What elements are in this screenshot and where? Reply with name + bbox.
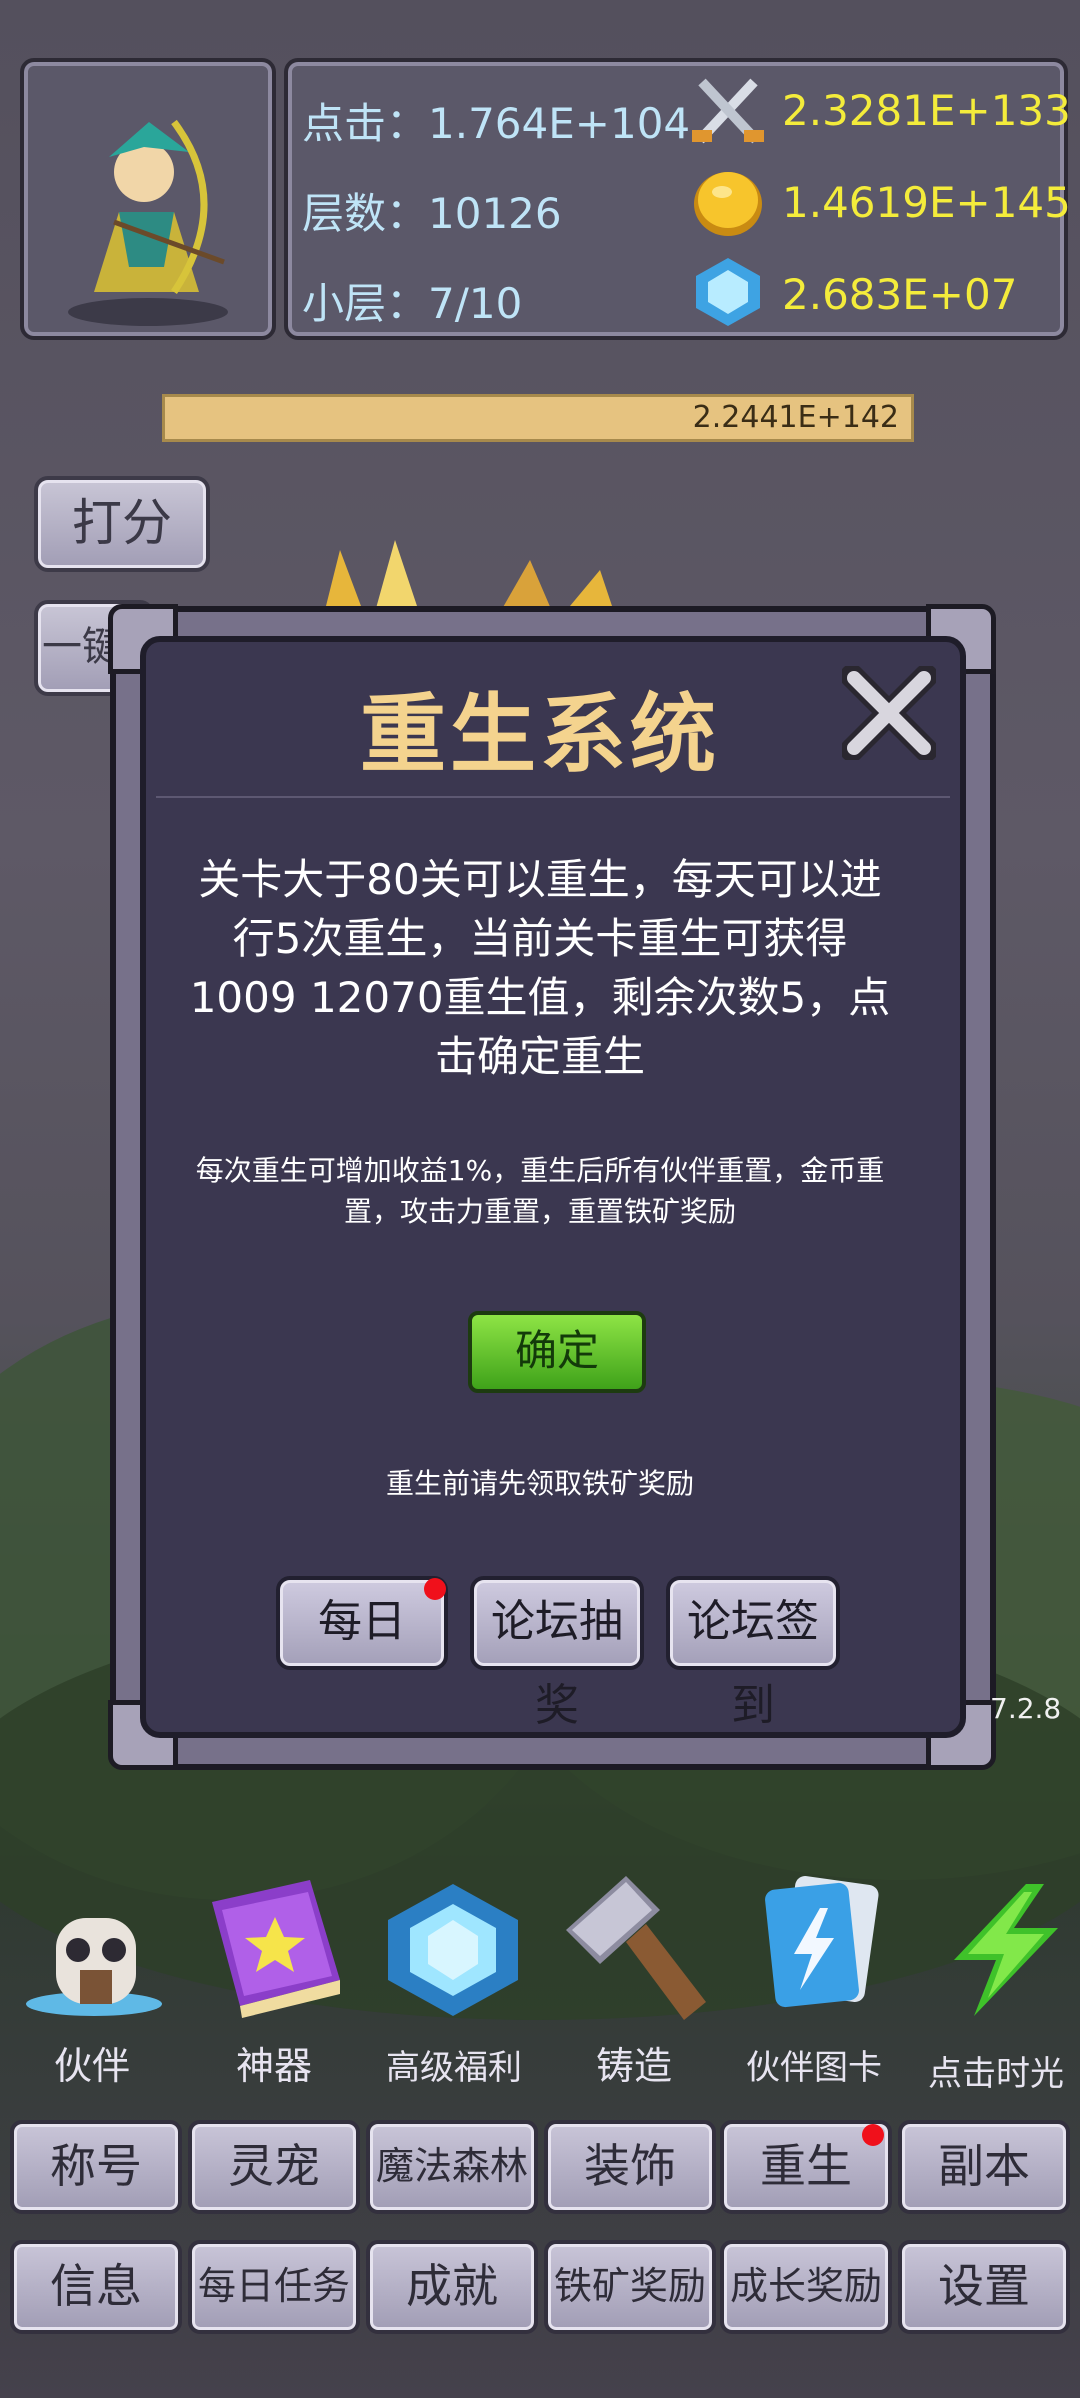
floor-label: 层数：10126 <box>302 189 562 238</box>
sublayer-label: 小层：7/10 <box>302 279 523 328</box>
gem-value: 2.683E+07 <box>782 270 1018 319</box>
premium-diamond-icon[interactable] <box>378 1880 528 2020</box>
partner-card-label: 伙伴图卡 <box>746 2048 882 2088</box>
rebirth-effect-note: 每次重生可增加收益1%，重生后所有伙伴重置，金币重置，攻击力重置，重置铁矿奖励 <box>195 1154 885 1228</box>
partner-skull-icon[interactable] <box>22 1888 172 2018</box>
daily-task-button[interactable]: 每日任务 <box>188 2240 360 2334</box>
achievement-button[interactable]: 成就 <box>366 2240 538 2334</box>
close-icon[interactable] <box>842 666 936 760</box>
hero-archer-portrait <box>68 119 228 326</box>
forum-checkin-button[interactable]: 论坛签到 <box>666 1576 840 1731</box>
artifact-book-icon[interactable] <box>200 1872 350 2022</box>
iron-reward-notice: 重生前请先领取铁矿奖励 <box>385 1467 694 1500</box>
sword-icon <box>692 78 764 144</box>
click-power-label: 点击：1.764E+104 <box>302 99 691 148</box>
iron-reward-button[interactable]: 铁矿奖励 <box>544 2240 716 2334</box>
premium-welfare-label: 高级福利 <box>386 2048 522 2088</box>
click-time-label: 点击时光 <box>928 2054 1064 2094</box>
progress-bar: 2.2441E+142 <box>162 394 914 442</box>
forum-lottery-button[interactable]: 论坛抽奖 <box>470 1576 644 1731</box>
attack-value: 2.3281E+133 <box>782 86 1071 135</box>
magic-forest-button[interactable]: 魔法森林 <box>366 2120 538 2214</box>
notification-dot <box>862 2124 884 2146</box>
version-label: 7.2.8 <box>990 1692 1062 1725</box>
notification-dot <box>424 1578 446 1600</box>
settings-button[interactable]: 设置 <box>898 2240 1070 2334</box>
progress-value: 2.2441E+142 <box>692 400 899 435</box>
title-divider <box>156 796 950 798</box>
rebirth-description: 关卡大于80关可以重生，每天可以进行5次重生，当前关卡重生可获得1009 120… <box>189 855 891 1081</box>
growth-reward-button[interactable]: 成长奖励 <box>720 2240 892 2334</box>
partner-label: 伙伴 <box>53 2044 130 2088</box>
dungeon-button[interactable]: 副本 <box>898 2120 1070 2214</box>
diamond-icon <box>696 258 760 326</box>
info-button[interactable]: 信息 <box>10 2240 182 2334</box>
confirm-button[interactable]: 确定 <box>468 1311 646 1393</box>
artifact-label: 神器 <box>235 2044 312 2088</box>
title-button[interactable]: 称号 <box>10 2120 182 2214</box>
decoration-button[interactable]: 装饰 <box>544 2120 716 2214</box>
spirit-pet-button[interactable]: 灵宠 <box>188 2120 360 2214</box>
partner-card-icon[interactable] <box>736 1876 886 2016</box>
forge-label: 铸造 <box>595 2044 672 2088</box>
gold-value: 1.4619E+145 <box>782 178 1071 227</box>
gold-coin-icon <box>694 172 762 236</box>
click-time-lightning-icon[interactable] <box>934 1880 1074 2020</box>
hero-avatar-panel[interactable] <box>20 58 276 340</box>
daily-button[interactable]: 每日 <box>276 1576 448 1670</box>
forge-hammer-icon[interactable] <box>556 1872 706 2022</box>
score-button[interactable]: 打分 <box>34 476 210 572</box>
